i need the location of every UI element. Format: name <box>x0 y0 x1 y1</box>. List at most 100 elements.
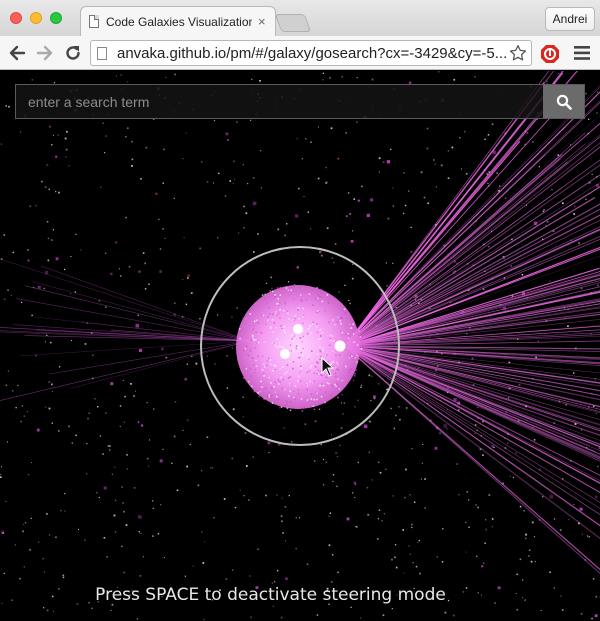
star-dot <box>353 198 356 200</box>
cluster-particle <box>254 372 256 374</box>
star-dot <box>561 202 564 205</box>
profile-button[interactable]: Andrei <box>545 7 595 31</box>
star-dot <box>100 186 102 188</box>
star-dot <box>443 424 447 428</box>
star-dot <box>213 517 215 519</box>
star-dot <box>326 227 329 230</box>
stop-sign-icon[interactable] <box>540 44 560 64</box>
cluster-particle <box>328 321 330 323</box>
star-dot <box>86 473 88 475</box>
cluster-particle <box>309 367 312 369</box>
star-dot <box>125 216 127 219</box>
hamburger-menu-icon[interactable] <box>574 46 590 60</box>
star-dot <box>329 512 332 514</box>
arrow-left-icon[interactable] <box>6 42 28 64</box>
cluster-particle <box>315 361 318 363</box>
star-dot <box>109 445 111 447</box>
star-dot <box>104 152 106 154</box>
cluster-particle <box>288 395 290 397</box>
cluster-particle <box>321 300 324 303</box>
galaxy-viewport[interactable]: Press SPACE to deactivate steering mode <box>0 71 600 621</box>
cluster-particle <box>310 332 312 334</box>
new-tab-button[interactable] <box>274 14 312 32</box>
cluster-node[interactable] <box>293 324 303 334</box>
star-dot <box>137 421 140 423</box>
cluster-particle <box>278 345 280 347</box>
star-dot <box>395 414 397 417</box>
star-dot <box>3 234 6 236</box>
address-url[interactable]: anvaka.github.io/pm/#/galaxy/gosearch?cx… <box>117 45 507 62</box>
star-dot <box>232 408 235 411</box>
star-dot <box>88 412 90 414</box>
star-dot <box>94 398 96 400</box>
cluster-particle <box>283 329 285 332</box>
address-bar[interactable]: anvaka.github.io/pm/#/galaxy/gosearch?cx… <box>90 40 532 66</box>
star-dot <box>519 505 522 508</box>
star-dot <box>525 533 527 536</box>
tab-close-icon[interactable]: × <box>258 14 266 29</box>
star-dot <box>538 166 540 168</box>
cluster-node[interactable] <box>334 340 346 352</box>
cluster-particle <box>294 338 296 340</box>
galaxy-canvas[interactable] <box>0 71 600 621</box>
star-dot <box>36 428 40 432</box>
cluster-particle <box>293 285 295 287</box>
star-dot <box>585 92 587 95</box>
cluster-particle <box>357 353 359 355</box>
star-dot <box>546 221 549 223</box>
cluster-particle <box>349 354 352 357</box>
star-dot <box>349 302 351 305</box>
browser-tab[interactable]: Code Galaxies Visualization × <box>80 6 276 36</box>
cluster-particle <box>320 292 322 294</box>
star-dot <box>535 356 537 359</box>
reload-icon[interactable] <box>62 42 84 64</box>
cluster-particle <box>250 375 253 377</box>
cluster-particle <box>320 383 323 385</box>
star-dot <box>537 340 539 342</box>
star-dot <box>187 277 189 279</box>
cluster-particle <box>299 371 301 373</box>
cluster-particle <box>263 341 265 343</box>
star-dot <box>371 375 373 377</box>
star-dot <box>46 164 49 167</box>
search-button[interactable] <box>543 85 584 118</box>
cluster-particle <box>331 384 333 386</box>
star-dot <box>408 545 410 547</box>
star-icon[interactable] <box>509 44 527 62</box>
cluster-particle <box>295 335 297 338</box>
star-dot <box>345 215 348 217</box>
cluster-particle <box>300 294 302 296</box>
star-dot <box>98 300 101 302</box>
star-dot <box>595 495 598 499</box>
star-dot <box>66 130 68 133</box>
star-dot <box>23 523 25 525</box>
star-dot <box>115 241 118 244</box>
star-dot <box>322 484 325 486</box>
star-dot <box>306 563 309 566</box>
cluster-particle <box>312 321 314 323</box>
star-dot <box>355 525 357 527</box>
cluster-particle <box>310 365 313 367</box>
connection-ray <box>344 345 600 527</box>
cluster-particle <box>300 365 302 368</box>
cluster-particle <box>348 371 350 374</box>
star-dot <box>424 507 426 509</box>
zoom-window-button[interactable] <box>50 12 62 24</box>
star-dot <box>412 562 414 564</box>
close-window-button[interactable] <box>10 12 22 24</box>
star-dot <box>247 183 249 185</box>
star-dot <box>265 494 267 497</box>
star-dot <box>183 237 185 239</box>
star-dot <box>1 466 2 468</box>
cluster-particle <box>272 313 274 316</box>
search-input[interactable] <box>16 85 543 118</box>
cluster-particle <box>257 355 259 357</box>
minimize-window-button[interactable] <box>30 12 42 24</box>
cluster-particle <box>271 402 274 404</box>
arrow-right-icon[interactable] <box>34 42 56 64</box>
star-dot <box>354 496 356 499</box>
cluster-particle <box>271 342 274 344</box>
cluster-particle <box>278 407 281 409</box>
cluster-particle <box>310 393 313 395</box>
cluster-node[interactable] <box>280 349 290 359</box>
